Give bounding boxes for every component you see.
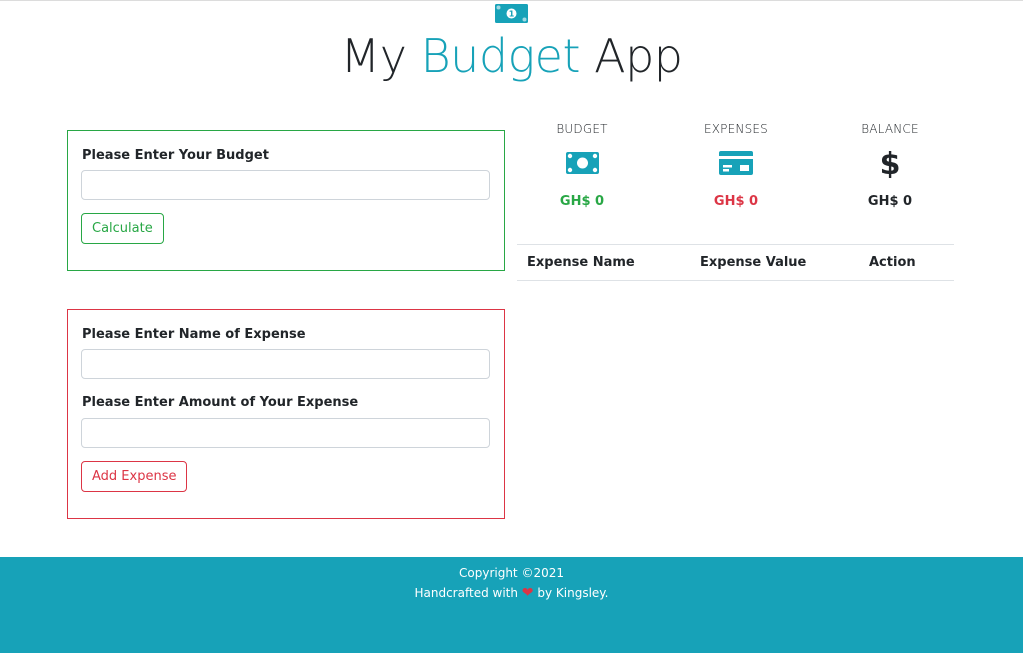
expenses-stat: EXPENSES GH$ 0	[666, 120, 806, 209]
balance-stat-label: BALANCE	[861, 122, 919, 136]
budget-label: Please Enter Your Budget	[82, 148, 269, 163]
app-title: My Budget App	[0, 26, 1023, 86]
expenses-amount: GH$ 0	[713, 194, 759, 209]
table-header-row: Expense Name Expense Value Action	[517, 245, 954, 280]
app-title-part1: My	[340, 29, 407, 83]
expense-form-card: Please Enter Name of Expense Please Ente…	[67, 309, 505, 519]
top-border	[0, 0, 1023, 1]
svg-text:$: $	[881, 148, 899, 178]
app-title-accent: Budget	[420, 29, 581, 83]
column-header-expense-name: Expense Name	[527, 255, 635, 270]
dollar-sign-icon: $	[881, 148, 899, 178]
expenses-stat-label: EXPENSES	[703, 122, 768, 136]
expense-amount-input[interactable]	[81, 418, 490, 448]
copyright-text: Copyright ©2021	[459, 566, 564, 580]
budget-stat-label: BUDGET	[556, 122, 608, 136]
balance-stat: BALANCE $ GH$ 0	[820, 120, 960, 209]
money-bill-icon: 1	[495, 4, 528, 23]
expense-table: Expense Name Expense Value Action	[517, 244, 954, 281]
expense-amount-label: Please Enter Amount of Your Expense	[82, 395, 359, 410]
budget-input[interactable]	[81, 170, 490, 200]
add-expense-button[interactable]: Add Expense	[81, 461, 188, 492]
handcrafted-prefix: Handcrafted with	[414, 586, 518, 600]
budget-stat: BUDGET GH$ 0	[512, 120, 652, 209]
balance-amount: GH$ 0	[867, 194, 913, 209]
money-bill-icon	[565, 152, 599, 174]
footer: Copyright ©2021 Handcrafted with ❤ by Ki…	[0, 557, 1023, 653]
handcrafted-suffix: by Kingsley.	[537, 586, 609, 600]
budget-amount: GH$ 0	[559, 194, 605, 209]
calculate-button[interactable]: Calculate	[81, 213, 164, 244]
expense-name-input[interactable]	[81, 349, 490, 379]
svg-text:1: 1	[509, 10, 515, 19]
app-title-part2: App	[594, 29, 683, 83]
column-header-action: Action	[869, 255, 916, 270]
handcrafted-text: Handcrafted with ❤ by Kingsley.	[0, 585, 1023, 601]
budget-form-card: Please Enter Your Budget Calculate	[67, 130, 505, 271]
credit-card-icon	[719, 151, 753, 175]
expense-name-label: Please Enter Name of Expense	[82, 327, 306, 342]
heart-icon: ❤	[521, 585, 534, 601]
column-header-expense-value: Expense Value	[700, 255, 807, 270]
